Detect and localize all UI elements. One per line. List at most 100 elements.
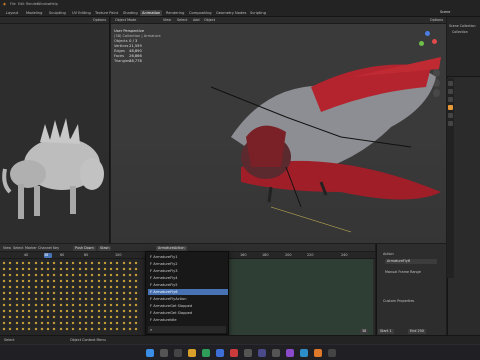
dropdown-item[interactable]: F ArmatureFly4	[148, 275, 228, 281]
keyframe-marker[interactable]	[128, 321, 132, 325]
keyframe-marker[interactable]	[52, 261, 56, 265]
menu-window[interactable]: Window	[37, 2, 50, 6]
keyframe-marker[interactable]	[78, 297, 82, 301]
keyframe-marker[interactable]	[65, 267, 69, 271]
scene-selector[interactable]: Scene	[440, 10, 450, 14]
keyframe-marker[interactable]	[21, 291, 25, 295]
keyframe-marker[interactable]	[115, 285, 119, 289]
keyframe-marker[interactable]	[27, 315, 31, 319]
store-icon[interactable]	[216, 349, 224, 357]
keyframe-marker[interactable]	[8, 309, 12, 313]
keyframe-marker[interactable]	[128, 309, 132, 313]
keyframe-marker[interactable]	[15, 267, 19, 271]
keyframe-marker[interactable]	[103, 285, 107, 289]
keyframe-marker[interactable]	[122, 297, 126, 301]
keyframe-marker[interactable]	[40, 303, 44, 307]
keyframe-marker[interactable]	[15, 327, 19, 331]
app-icon[interactable]	[230, 349, 238, 357]
keyframe-marker[interactable]	[34, 303, 37, 307]
app-icon[interactable]	[272, 349, 280, 357]
keyframe-marker[interactable]	[115, 291, 119, 295]
keyframe-marker[interactable]	[134, 285, 138, 289]
keyframe-marker[interactable]	[52, 267, 56, 271]
app-icon[interactable]	[328, 349, 336, 357]
action-selector[interactable]: ArmatureAction	[156, 245, 187, 251]
keyframe-marker[interactable]	[71, 321, 75, 325]
app-icon[interactable]	[244, 349, 252, 357]
dropdown-item[interactable]: F ArmatureIdle	[148, 317, 228, 323]
keyframe-marker[interactable]	[90, 291, 94, 295]
keyframe-marker[interactable]	[2, 303, 6, 307]
keyframe-marker[interactable]	[128, 279, 132, 283]
keyframe-marker[interactable]	[8, 303, 12, 307]
keyframe-marker[interactable]	[71, 273, 75, 277]
keyframe-marker[interactable]	[134, 291, 138, 295]
keyframe-marker[interactable]	[34, 279, 37, 283]
keyframe-marker[interactable]	[46, 261, 50, 265]
keyframe-marker[interactable]	[46, 309, 50, 313]
keyframe-marker[interactable]	[128, 273, 132, 277]
keyframe-marker[interactable]	[34, 273, 37, 277]
end-frame-field[interactable]: End 250	[408, 329, 427, 334]
file-explorer-icon[interactable]	[188, 349, 196, 357]
keyframe-marker[interactable]	[52, 279, 56, 283]
keyframe-marker[interactable]	[71, 309, 75, 313]
keyframe-marker[interactable]	[103, 321, 107, 325]
keyframe-marker[interactable]	[40, 291, 44, 295]
keyframe-marker[interactable]	[97, 279, 100, 283]
keyframe-marker[interactable]	[8, 291, 12, 295]
tab-rendering[interactable]: Rendering	[164, 10, 186, 16]
keyframe-marker[interactable]	[21, 315, 25, 319]
keyframe-marker[interactable]	[84, 321, 88, 325]
keyframe-marker[interactable]	[84, 309, 88, 313]
keyframe-marker[interactable]	[134, 303, 138, 307]
keyframe-marker[interactable]	[109, 315, 113, 319]
keyframe-marker[interactable]	[34, 291, 37, 295]
keyframe-marker[interactable]	[115, 321, 119, 325]
physics-tab-icon[interactable]	[448, 121, 453, 126]
keyframe-marker[interactable]	[122, 309, 126, 313]
keyframe-marker[interactable]	[8, 273, 12, 277]
keyframe-marker[interactable]	[40, 273, 44, 277]
keyframe-marker[interactable]	[128, 261, 132, 265]
keyframe-marker[interactable]	[59, 297, 63, 301]
keyframe-marker[interactable]	[15, 285, 19, 289]
keyframe-marker[interactable]	[40, 321, 44, 325]
left-options-button[interactable]: Options	[93, 17, 106, 24]
keyframe-marker[interactable]	[90, 315, 94, 319]
keyframe-marker[interactable]	[103, 291, 107, 295]
keyframe-marker[interactable]	[84, 327, 88, 331]
keyframe-marker[interactable]	[27, 303, 31, 307]
outliner[interactable]: Scene Collection Collection	[447, 17, 480, 77]
keyframe-marker[interactable]	[109, 279, 113, 283]
keyframe-marker[interactable]	[128, 315, 132, 319]
keyframe-marker[interactable]	[65, 291, 69, 295]
keyframe-marker[interactable]	[21, 267, 25, 271]
start-frame-field[interactable]: Start 1	[378, 329, 394, 334]
keyframe-marker[interactable]	[109, 273, 113, 277]
keyframe-marker[interactable]	[109, 267, 113, 271]
keyframe-marker[interactable]	[2, 285, 6, 289]
ds-menu-select[interactable]: Select	[13, 244, 23, 252]
keyframe-marker[interactable]	[103, 309, 107, 313]
keyframe-marker[interactable]	[71, 261, 75, 265]
keyframe-marker[interactable]	[134, 315, 138, 319]
tab-texture-paint[interactable]: Texture Paint	[93, 10, 120, 16]
dropdown-item[interactable]: F ArmatureFly2	[148, 261, 228, 267]
keyframe-marker[interactable]	[134, 309, 138, 313]
keyframe-marker[interactable]	[52, 309, 56, 313]
keyframe-marker[interactable]	[2, 297, 6, 301]
render-tab-icon[interactable]	[448, 89, 453, 94]
keyframe-marker[interactable]	[27, 297, 31, 301]
keyframe-marker[interactable]	[109, 321, 113, 325]
keyframe-marker[interactable]	[90, 321, 94, 325]
keyframe-marker[interactable]	[97, 285, 100, 289]
keyframe-marker[interactable]	[115, 327, 119, 331]
keyframe-marker[interactable]	[90, 303, 94, 307]
keyframe-marker[interactable]	[27, 309, 31, 313]
keyframe-marker[interactable]	[34, 285, 37, 289]
keyframe-marker[interactable]	[52, 303, 56, 307]
keyframe-marker[interactable]	[65, 285, 69, 289]
blender-logo-icon[interactable]: ◉	[3, 2, 6, 6]
keyframe-marker[interactable]	[78, 327, 82, 331]
